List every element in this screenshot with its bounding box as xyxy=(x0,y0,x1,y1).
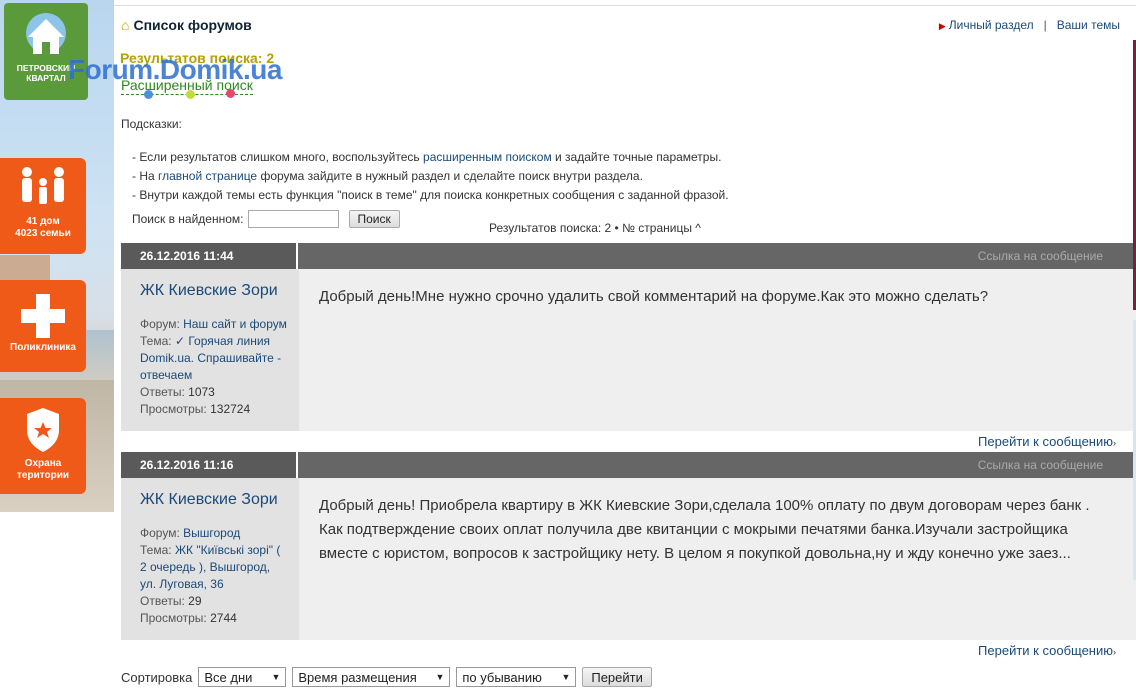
post-forum: Форум: Наш сайт и форум xyxy=(140,316,289,333)
post-header-bar: 26.12.2016 11:16 Ссылка на сообщение xyxy=(121,452,1136,478)
post-footer: Перейти к сообщению› xyxy=(121,431,1136,453)
post-body: ЖК Киевские Зори Форум: Вышгород Тема: Ж… xyxy=(121,478,1136,640)
search-within-label: Поиск в найденном: xyxy=(132,212,244,226)
breadcrumb-forum-list[interactable]: Список форумов xyxy=(133,17,251,33)
medical-cross-icon xyxy=(21,294,65,338)
sort-days-select[interactable]: Все дни ▼ xyxy=(198,667,287,687)
replies-label: Ответы: xyxy=(140,594,185,608)
decor-dot-blue xyxy=(144,90,153,99)
post-date: 26.12.2016 11:44 xyxy=(121,243,298,269)
sort-order-select[interactable]: по убыванию ▼ xyxy=(456,667,577,687)
chevron-right-icon: › xyxy=(1113,647,1116,657)
views-label: Просмотры: xyxy=(140,611,207,625)
search-within-results: Поиск в найденном: Поиск xyxy=(132,210,400,228)
hint-1: - Если результатов слишком много, воспол… xyxy=(132,148,729,167)
personal-section-link[interactable]: ▶ Личный раздел xyxy=(939,18,1034,32)
post-header-bar: 26.12.2016 11:44 Ссылка на сообщение xyxy=(121,243,1136,269)
search-button[interactable]: Поиск xyxy=(348,210,400,228)
post-forum: Форум: Вышгород xyxy=(140,525,289,542)
hints-list: - Если результатов слишком много, воспол… xyxy=(132,148,729,205)
chevron-right-icon: › xyxy=(1113,438,1116,448)
post-footer: Перейти к сообщению› xyxy=(121,640,1136,662)
post-meta: ЖК Киевские Зори Форум: Наш сайт и форум… xyxy=(121,269,299,431)
forum-label: Форум: xyxy=(140,526,180,540)
sort-controls: Сортировка Все дни ▼ Время размещения ▼ по… xyxy=(121,667,652,687)
forum-label: Форум: xyxy=(140,317,180,331)
topic-label: Тема: xyxy=(140,334,172,348)
sort-days-value: Все дни xyxy=(204,669,253,685)
results-pager[interactable]: Результатов поиска: 2 • № страницы ^ xyxy=(489,221,701,235)
link-separator: | xyxy=(1043,18,1047,32)
post-body: ЖК Киевские Зори Форум: Наш сайт и форум… xyxy=(121,269,1136,431)
search-result-post: 26.12.2016 11:44 Ссылка на сообщение ЖК … xyxy=(121,243,1136,453)
post-topic: Тема: ЖК "Київські зорі" ( 2 очередь ), … xyxy=(140,542,289,593)
sort-order-value: по убыванию xyxy=(462,669,542,685)
topic-label: Тема: xyxy=(140,543,172,557)
breadcrumb[interactable]: ⌂ Список форумов xyxy=(121,17,252,33)
top-links: ▶ Личный раздел | Ваши темы xyxy=(939,18,1120,32)
hint-1-text-end: и задайте точные параметры. xyxy=(551,150,722,164)
replies-label: Ответы: xyxy=(140,385,185,399)
sort-label: Сортировка xyxy=(121,669,193,685)
hint-2: - На главной странице форума зайдите в н… xyxy=(132,167,729,186)
replies-count: 1073 xyxy=(188,385,215,399)
post-text: Добрый день! Приобрела квартиру в ЖК Кие… xyxy=(319,497,1090,562)
post-forum-link[interactable]: Вышгород xyxy=(183,526,240,540)
post-views: Просмотры: 2744 xyxy=(140,610,289,627)
top-divider xyxy=(114,5,1136,6)
family-icon xyxy=(22,167,64,204)
goto-message-link[interactable]: Перейти к сообщению xyxy=(978,643,1113,658)
post-permalink[interactable]: Ссылка на сообщение xyxy=(978,452,1103,478)
house-icon xyxy=(20,11,72,59)
post-meta: ЖК Киевские Зори Форум: Вышгород Тема: Ж… xyxy=(121,478,299,640)
tile-houses-line-2: 4023 семьи xyxy=(15,228,71,239)
decor-dot-red xyxy=(226,89,235,98)
post-text: Добрый день!Мне нужно срочно удалить сво… xyxy=(319,288,989,305)
sort-field-value: Время размещения xyxy=(298,669,417,685)
banner-tile-clinic[interactable]: Поликлиника xyxy=(0,280,86,372)
hint-2-text: - На xyxy=(132,169,159,183)
tile-security-line-1: Охрана xyxy=(24,458,62,469)
hint-main-page-link[interactable]: главной странице xyxy=(158,169,257,183)
goto-message-link[interactable]: Перейти к сообщению xyxy=(978,434,1113,449)
post-replies: Ответы: 1073 xyxy=(140,384,289,401)
views-count: 132724 xyxy=(210,402,251,416)
tile-security-line-2: територии xyxy=(17,470,69,481)
sort-field-select[interactable]: Время размещения ▼ xyxy=(292,667,451,687)
post-permalink[interactable]: Ссылка на сообщение xyxy=(978,243,1103,269)
decor-dot-yellow xyxy=(186,90,195,99)
hint-advanced-search-link[interactable]: расширенным поиском xyxy=(423,150,552,164)
home-icon: ⌂ xyxy=(121,17,130,33)
post-date: 26.12.2016 11:16 xyxy=(121,452,298,478)
hint-1-text: - Если результатов слишком много, воспол… xyxy=(132,150,424,164)
tile-clinic-label: Поликлиника xyxy=(10,342,76,353)
banner-tile-security[interactable]: Охрана територии xyxy=(0,398,86,494)
hint-3: - Внутри каждой темы есть функция "поиск… xyxy=(132,188,729,202)
views-count: 2744 xyxy=(210,611,237,625)
search-within-input[interactable] xyxy=(247,210,339,228)
hint-2-text-end: форума зайдите в нужный раздел и сделайт… xyxy=(257,169,643,183)
replies-count: 29 xyxy=(188,594,202,608)
chevron-down-icon: ▼ xyxy=(561,672,571,682)
search-result-post: 26.12.2016 11:16 Ссылка на сообщение ЖК … xyxy=(121,452,1136,662)
post-replies: Ответы: 29 xyxy=(140,593,289,610)
shield-icon xyxy=(27,408,59,452)
banner-tile-houses[interactable]: 41 дом 4023 семьи xyxy=(0,158,86,254)
your-topics-link[interactable]: Ваши темы xyxy=(1057,18,1120,32)
tile-houses-line-1: 41 дом xyxy=(26,216,60,227)
post-forum-link[interactable]: Наш сайт и форум xyxy=(183,317,287,331)
post-author[interactable]: ЖК Киевские Зори xyxy=(140,491,289,509)
post-topic: Тема: ✓ Горячая линия Domik.ua. Спрашива… xyxy=(140,333,289,384)
chevron-down-icon: ▼ xyxy=(271,672,281,682)
personal-section-label: Личный раздел xyxy=(948,18,1034,32)
post-author[interactable]: ЖК Киевские Зори xyxy=(140,282,289,300)
arrow-right-icon: ▶ xyxy=(938,21,946,31)
views-label: Просмотры: xyxy=(140,402,207,416)
chevron-down-icon: ▼ xyxy=(435,672,445,682)
hints-label: Подсказки: xyxy=(121,117,182,131)
post-views: Просмотры: 132724 xyxy=(140,401,289,418)
sort-go-button[interactable]: Перейти xyxy=(582,667,652,687)
